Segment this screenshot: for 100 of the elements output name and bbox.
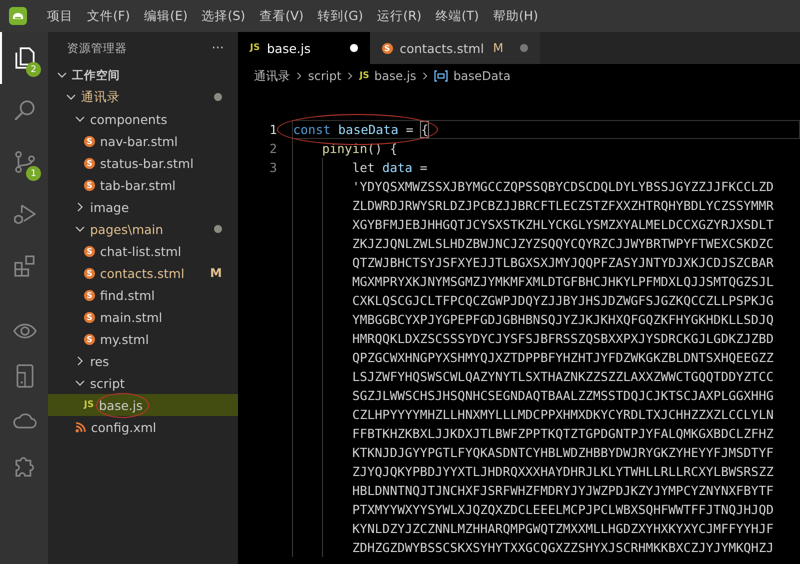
tree-item[interactable]: S find.stml xyxy=(48,284,238,306)
modified-dot xyxy=(214,225,222,233)
git-status: M xyxy=(492,41,504,55)
code-line: SGZJLWWSCHSJHSQNHCSEGNDAQTBAALZZMSSTDQJCJKTSCJAXPLGGXHHG xyxy=(352,388,774,403)
stml-file-icon: S xyxy=(84,334,95,344)
breadcrumb-item[interactable]: base.js xyxy=(374,69,416,83)
tab-title: contacts.stml xyxy=(400,40,484,56)
menu-item[interactable]: 项目 xyxy=(40,8,80,24)
more-button[interactable]: ··· xyxy=(212,40,224,56)
tree-item[interactable]: script xyxy=(48,372,238,394)
variable-icon xyxy=(434,70,448,82)
stml-file-icon: S xyxy=(84,180,95,190)
code-line: HMRQQKLDXZSCSSSYDYCJYSFSJBFRSSZQSBXXPXJYSDRCKGJLGDKZJZBD xyxy=(352,331,774,346)
tree-item[interactable]: pages\main xyxy=(48,218,238,240)
code-line: QTZWJBHCTSYJSFXYEJJTLBGXSXJMYJQQPFZASYJNTYDJXKJCDJSZCBAR xyxy=(352,255,774,270)
code-line: PTXMYYWXYYSYWLXJQZQXZDCLEEELMCPJPCLWBXSQHFWWTFFJTNQJHJQD xyxy=(352,502,774,517)
count-badge: 2 xyxy=(26,62,41,77)
feed-icon xyxy=(75,422,86,432)
file-name: pages\main xyxy=(90,222,164,236)
breadcrumb-item[interactable]: baseData xyxy=(453,69,511,83)
chevron-icon xyxy=(346,72,354,80)
file-name: chat-list.stml xyxy=(100,244,182,258)
code-line: LSJZWFYHQSWSCWLQAZYNYTLSXTHAZNKZZSZZLAXXZWWCTGQQTDDYZTCC xyxy=(352,369,774,384)
code-line: const baseData = { xyxy=(293,122,428,137)
editor-tab[interactable]: JS base.js xyxy=(238,32,370,64)
tree-item[interactable]: S contacts.stml M xyxy=(48,262,238,284)
file-name: image xyxy=(90,200,129,214)
file-name: contacts.stml xyxy=(100,266,184,280)
tree-item[interactable]: S chat-list.stml xyxy=(48,240,238,262)
code-line: MGXMPRYXKJNYMSGMZJYMKMFXMLDTGFBHCJHKYLPFMDXLQJJSMTQGZSJL xyxy=(352,274,774,289)
code-line: ZKJZJQNLZWLSLHDZBWJNCJZYZSQQYCQYRZCJJWYBRTWPYFTWEXCSKDZC xyxy=(352,236,774,251)
file-name: script xyxy=(90,376,125,390)
code-line: let data = xyxy=(352,160,428,175)
code-line: HBLDNNTNQJTJNCHXFJSRFWHZFMDRYJYJWZPDJKZYJYMPCYZNYNXFBYTF xyxy=(352,483,774,498)
menu-item[interactable]: 文件(F) xyxy=(80,8,137,24)
file-name: res xyxy=(90,354,110,368)
file-name: find.stml xyxy=(100,288,155,302)
code-line: ZDHZGZDWYBSSCSKXSYHYTXXGCQGXZZSHYXJSCRHMKKBXCZJYJYMKQHZJ xyxy=(352,540,774,555)
code-line: KYNLDZYJZCZNNLMZHHARQMPGWQTZMXXMLLHGDZXYHXKYXYCJMFFYYHJF xyxy=(352,521,774,536)
modified-dot xyxy=(214,93,222,101)
tree-item[interactable]: 工作空间 xyxy=(48,64,238,86)
tree-item[interactable]: S nav-bar.stml xyxy=(48,130,238,152)
git-status: M xyxy=(210,266,222,280)
code-line: 'YDYQSXMWZSSXJBYMGCCZQPSSQBYCDSCDQLDYLYBSSJGYZZJJFKCCLZD xyxy=(352,179,774,194)
code-line: CZLHPYYYYMHZLLHNXMYLLLMDCPPXHMXDKYCYRDLTXJCHHZZXZLCCLYLN xyxy=(352,407,774,422)
tree-item[interactable]: res xyxy=(48,350,238,372)
menu-item[interactable]: 编辑(E) xyxy=(136,8,195,24)
tree-item[interactable]: components xyxy=(48,108,238,130)
tab-title: base.js xyxy=(266,40,311,56)
tree-item[interactable]: S main.stml xyxy=(48,306,238,328)
file-name: components xyxy=(90,112,168,126)
file-name: 工作空间 xyxy=(72,68,120,82)
code-line: ZLDWRDJRWYSRLDZJPCBZJJBRCFTLECZSTZFXXZHTRQHYBDLYCZSSYMMR xyxy=(352,198,774,213)
code-line: ZJYQJQKYPBDJYYXTLJHDRQXXXHAYDHRJLKLYTWHLLRLLRCXYLBWSRSZZ xyxy=(352,464,774,479)
file-name: config.xml xyxy=(91,420,156,434)
code-line: YMBGGBCYXPJYGPEPFGDJGBHBNSQJYZJKJKHXQFGQZKFHYGKHDKLLSDJQ xyxy=(352,312,774,327)
line-number: 3 xyxy=(269,160,277,175)
file-name: 通讯录 xyxy=(81,88,120,106)
stml-file-icon: S xyxy=(84,268,95,278)
menu-item[interactable]: 查看(V) xyxy=(252,8,311,24)
code-line: QPZGCWXHNGPYXSHMYQJXZTDPPBFYHZHTJYFDZWKGKZBLDNTSXHQEEGZZ xyxy=(352,350,774,365)
breadcrumb-item[interactable]: 通讯录 xyxy=(254,68,290,84)
tree-item[interactable]: JS base.js xyxy=(48,394,238,416)
editor-tab[interactable]: S contacts.stml M xyxy=(370,32,540,64)
tree-item[interactable]: S tab-bar.stml xyxy=(48,174,238,196)
stml-file-icon: S xyxy=(84,136,95,146)
stml-file-icon: S xyxy=(84,290,95,300)
tree-item[interactable]: image xyxy=(48,196,238,218)
file-name: tab-bar.stml xyxy=(100,178,176,192)
stml-file-icon: S xyxy=(382,42,393,54)
stml-file-icon: S xyxy=(84,246,95,256)
tree-item[interactable]: config.xml xyxy=(48,416,238,438)
menu-item[interactable]: 帮助(H) xyxy=(486,8,546,24)
menu-item[interactable]: 选择(S) xyxy=(194,8,252,24)
code-line: XGYBFMJEBJHHGQTJCYSXSTKZHLYCKGLYSMZXYALMELDCCXGZYRJXSDLT xyxy=(352,217,774,232)
stml-file-icon: S xyxy=(84,312,95,322)
menu-item[interactable]: 运行(R) xyxy=(370,8,429,24)
chevron-icon xyxy=(295,72,303,80)
js-file-icon: JS xyxy=(359,71,370,81)
code-line: KTKNJDJGYYPGTLFYQKASDNTCYHBLWDZHBBYDWJRYGKZYHEYYFJMSDTYF xyxy=(352,445,774,460)
file-name: base.js xyxy=(98,398,143,412)
branch-icon xyxy=(12,149,38,175)
tree-item[interactable]: 通讯录 xyxy=(48,86,238,108)
breadcrumb-item[interactable]: script xyxy=(308,69,342,83)
js-file-icon: JS xyxy=(84,400,94,410)
file-name: status-bar.stml xyxy=(100,156,194,170)
tree-item[interactable]: S status-bar.stml xyxy=(48,152,238,174)
count-badge: 1 xyxy=(26,166,41,181)
menu-item[interactable]: 转到(G) xyxy=(310,8,370,24)
menu-item[interactable]: 终端(T) xyxy=(428,8,486,24)
tree-item[interactable]: S my.stml xyxy=(48,328,238,350)
code-line: FFBTKHZKBXLJJKDXJTLBWFZPPTKQTZTGPDGNTPJYFALQMKGXBDCLZFHZ xyxy=(352,426,774,441)
stml-file-icon: S xyxy=(84,158,95,168)
file-name: nav-bar.stml xyxy=(100,134,178,148)
code-line: CXKLQSCGJCLTFPCQCZGWPJDQYZJJBYJHSJDZWGFSJGZKQCCZLLPSPKJG xyxy=(352,293,774,308)
explorer-title: 资源管理器 xyxy=(67,40,127,56)
chevron-icon xyxy=(421,72,430,80)
file-name: my.stml xyxy=(100,332,149,346)
app-logo-icon xyxy=(8,6,28,26)
line-number: 2 xyxy=(269,141,277,156)
